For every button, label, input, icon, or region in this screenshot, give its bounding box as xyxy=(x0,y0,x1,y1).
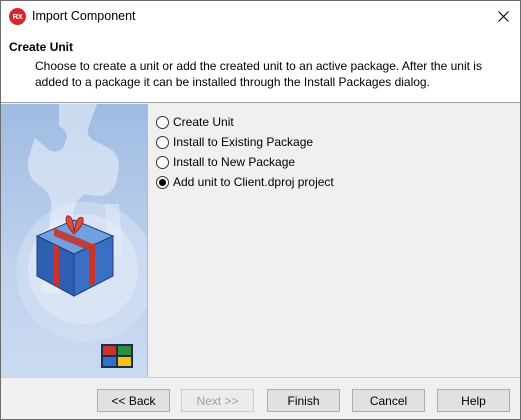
wizard-side-graphic xyxy=(1,104,148,377)
title-bar[interactable]: RX Import Component xyxy=(1,1,520,32)
option-add-unit-to-project[interactable]: Add unit to Client.dproj project xyxy=(156,172,334,192)
page-title: Create Unit xyxy=(9,40,74,54)
radio-button[interactable] xyxy=(156,155,169,169)
cancel-button[interactable]: Cancel xyxy=(352,389,425,412)
option-label: Install to Existing Package xyxy=(173,135,314,149)
window-title: Import Component xyxy=(32,9,136,23)
page-description: Choose to create a unit or add the creat… xyxy=(35,59,482,89)
help-button[interactable]: Help xyxy=(437,389,510,412)
option-label: Create Unit xyxy=(173,115,234,129)
app-logo-icon: RX xyxy=(9,8,26,25)
option-install-new-package[interactable]: Install to New Package xyxy=(156,152,334,172)
windows-logo-icon xyxy=(101,344,133,368)
option-label: Add unit to Client.dproj project xyxy=(173,175,334,189)
option-create-unit[interactable]: Create Unit xyxy=(156,112,334,132)
back-button[interactable]: << Back xyxy=(97,389,170,412)
next-button[interactable]: Next >> xyxy=(181,389,254,412)
import-component-dialog: RX Import Component Create Unit Choose t… xyxy=(0,0,521,420)
radio-button[interactable] xyxy=(156,115,169,129)
option-label: Install to New Package xyxy=(173,155,296,169)
wizard-header: Create Unit Choose to create a unit or a… xyxy=(1,32,520,103)
close-icon xyxy=(497,11,509,22)
wizard-footer: << Back Next >> Finish Cancel Help xyxy=(1,377,520,419)
option-install-existing-package[interactable]: Install to Existing Package xyxy=(156,132,334,152)
wrench-package-illustration xyxy=(16,104,147,368)
option-group: Create Unit Install to Existing Package … xyxy=(156,112,334,192)
finish-button[interactable]: Finish xyxy=(267,389,340,412)
close-button[interactable] xyxy=(486,1,520,32)
radio-button[interactable] xyxy=(156,135,169,149)
radio-button-selected[interactable] xyxy=(156,175,169,189)
